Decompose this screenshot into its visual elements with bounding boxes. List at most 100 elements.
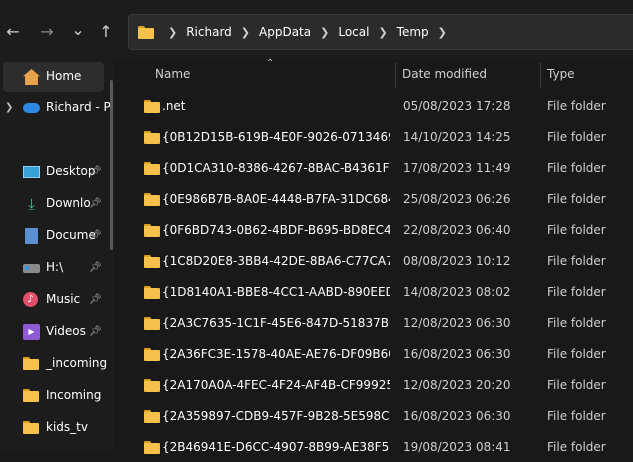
download-icon: ⤓ (28, 195, 35, 213)
sidebar-item-label: kids_tv (46, 420, 88, 434)
column-header-row: ⌃ Name Date modified Type (114, 58, 633, 88)
forward-arrow-icon: → (40, 22, 54, 41)
file-row[interactable]: {2A36FC3E-1578-40AE-AE76-DF09B60459... 1… (114, 338, 633, 369)
sidebar-item-downloads[interactable]: ⤓ Downlo 📌︎ (0, 189, 112, 219)
chevron-right-icon[interactable]: ❯ (378, 26, 387, 39)
file-row[interactable]: {2A359897-CDB9-457F-9B28-5E598C6A60... 1… (114, 400, 633, 431)
forward-button[interactable]: → (37, 22, 57, 42)
folder-icon (144, 410, 160, 423)
file-row[interactable]: {0B12D15B-619B-4E0F-9026-071346981C4... … (114, 121, 633, 152)
file-name: {2A36FC3E-1578-40AE-AE76-DF09B60459... (162, 347, 390, 361)
column-header-name[interactable]: Name (155, 67, 190, 81)
folder-icon (144, 131, 160, 144)
file-type: File folder (547, 99, 606, 113)
file-date-modified: 19/08/2023 08:41 (403, 440, 511, 454)
pin-icon: 📌︎ (89, 326, 102, 337)
chevron-right-icon[interactable]: ❯ (168, 26, 177, 39)
folder-icon (23, 388, 40, 404)
sidebar-item-h-drive[interactable]: H:\ 📌︎ (0, 253, 112, 283)
file-row[interactable]: {2A170A0A-4FEC-4F24-AF4B-CF999254A... 12… (114, 369, 633, 400)
file-row[interactable]: {1D8140A1-BBE8-4CC1-AABD-890EED16... 14/… (114, 276, 633, 307)
file-date-modified: 14/08/2023 08:02 (403, 285, 511, 299)
breadcrumb-local[interactable]: Local (338, 25, 369, 39)
file-row[interactable]: .net 05/08/2023 17:28 File folder (114, 90, 633, 121)
file-row[interactable]: {1C8D20E8-3BB4-42DE-8BA6-C77CA74B9... 08… (114, 245, 633, 276)
chevron-right-icon[interactable]: ❯ (5, 102, 13, 113)
title-toolbar: ← → ⌄ ↑ ❯ Richard ❯ AppData ❯ Local ❯ Te… (0, 0, 633, 60)
sort-ascending-icon: ⌃ (266, 58, 275, 69)
sidebar-item-label: Music (46, 292, 81, 306)
file-name: {0F6BD743-0B62-4BDF-B695-BD8EC4255... (162, 223, 390, 237)
file-type: File folder (547, 347, 606, 361)
sidebar-scrollbar[interactable] (110, 80, 113, 250)
sidebar-item-label: Incoming (46, 388, 102, 402)
chevron-down-icon: ⌄ (71, 20, 85, 39)
videos-icon: ▶ (23, 324, 40, 340)
folder-icon (144, 162, 160, 175)
pin-icon: 📌︎ (89, 230, 102, 241)
file-date-modified: 16/08/2023 06:30 (403, 347, 511, 361)
breadcrumb-appdata[interactable]: AppData (259, 25, 311, 39)
file-row[interactable]: {0F6BD743-0B62-4BDF-B695-BD8EC4255... 22… (114, 214, 633, 245)
sidebar-item-documents[interactable]: Docume 📌︎ (0, 221, 112, 251)
up-button[interactable]: ↑ (96, 22, 116, 42)
drive-icon (23, 264, 40, 273)
file-type: File folder (547, 130, 606, 144)
pin-icon: 📌︎ (89, 262, 102, 273)
navigation-pane: Home ❯ Richard - P Desktop 📌︎ ⤓ Downlo 📌… (0, 60, 114, 450)
address-bar[interactable]: ❯ Richard ❯ AppData ❯ Local ❯ Temp ❯ (128, 14, 633, 50)
folder-icon (144, 224, 160, 237)
sidebar-item-music[interactable]: ♪ Music 📌︎ (0, 285, 112, 315)
sidebar-item-label: Videos (46, 324, 86, 338)
folder-icon (144, 317, 160, 330)
file-name: {1D8140A1-BBE8-4CC1-AABD-890EED16... (162, 285, 390, 299)
back-arrow-icon: ← (6, 22, 20, 41)
file-date-modified: 22/08/2023 06:40 (403, 223, 511, 237)
file-date-modified: 05/08/2023 17:28 (403, 99, 511, 113)
file-name: {2A359897-CDB9-457F-9B28-5E598C6A60... (162, 409, 390, 423)
file-name: {0B12D15B-619B-4E0F-9026-071346981C4... (162, 130, 390, 144)
breadcrumb-temp[interactable]: Temp (397, 25, 429, 39)
onedrive-icon (23, 103, 40, 113)
file-type: File folder (547, 285, 606, 299)
file-name: {1C8D20E8-3BB4-42DE-8BA6-C77CA74B9... (162, 254, 390, 268)
sidebar-item-onedrive[interactable]: ❯ Richard - P (0, 93, 112, 123)
up-arrow-icon: ↑ (99, 22, 113, 41)
folder-icon (23, 420, 40, 436)
chevron-right-icon[interactable]: ❯ (438, 26, 447, 39)
folder-icon (144, 441, 160, 454)
column-divider[interactable] (540, 62, 541, 88)
folder-icon (144, 255, 160, 268)
column-divider[interactable] (395, 62, 396, 88)
sidebar-item-incoming-underscore[interactable]: _incoming (0, 349, 112, 379)
sidebar-item-desktop[interactable]: Desktop 📌︎ (0, 157, 112, 187)
documents-icon (25, 228, 38, 244)
chevron-right-icon[interactable]: ❯ (241, 26, 250, 39)
file-row[interactable]: {0E986B7B-8A0E-4448-B7FA-31DC684F82... 2… (114, 183, 633, 214)
folder-icon (144, 193, 160, 206)
file-name: .net (162, 99, 186, 113)
recent-locations-button[interactable]: ⌄ (68, 20, 88, 40)
column-header-type[interactable]: Type (547, 67, 575, 81)
file-list: ⌃ Name Date modified Type .net 05/08/202… (114, 58, 633, 454)
file-date-modified: 12/08/2023 20:20 (403, 378, 511, 392)
column-header-date-modified[interactable]: Date modified (402, 67, 487, 81)
file-row[interactable]: {0D1CA310-8386-4267-8BAC-B4361F6B23... 1… (114, 152, 633, 183)
file-type: File folder (547, 440, 606, 454)
breadcrumb-richard[interactable]: Richard (186, 25, 232, 39)
sidebar-item-kids-tv[interactable]: kids_tv (0, 413, 112, 443)
file-row[interactable]: {2B46941E-D6CC-4907-8B99-AE38F53FB4... 1… (114, 431, 633, 462)
sidebar-item-label: _incoming (46, 356, 108, 370)
sidebar-item-videos[interactable]: ▶ Videos 📌︎ (0, 317, 112, 347)
desktop-icon (23, 166, 40, 178)
file-row[interactable]: {2A3C7635-1C1F-45E6-847D-51837B67D9... 1… (114, 307, 633, 338)
back-button[interactable]: ← (3, 22, 23, 42)
sidebar-item-incoming[interactable]: Incoming (0, 381, 112, 411)
file-name: {0D1CA310-8386-4267-8BAC-B4361F6B23... (162, 161, 390, 175)
sidebar-item-home[interactable]: Home (3, 62, 104, 92)
file-type: File folder (547, 161, 606, 175)
folder-icon (144, 348, 160, 361)
chevron-right-icon[interactable]: ❯ (320, 26, 329, 39)
pin-icon: 📌︎ (89, 294, 102, 305)
folder-icon (23, 356, 40, 372)
